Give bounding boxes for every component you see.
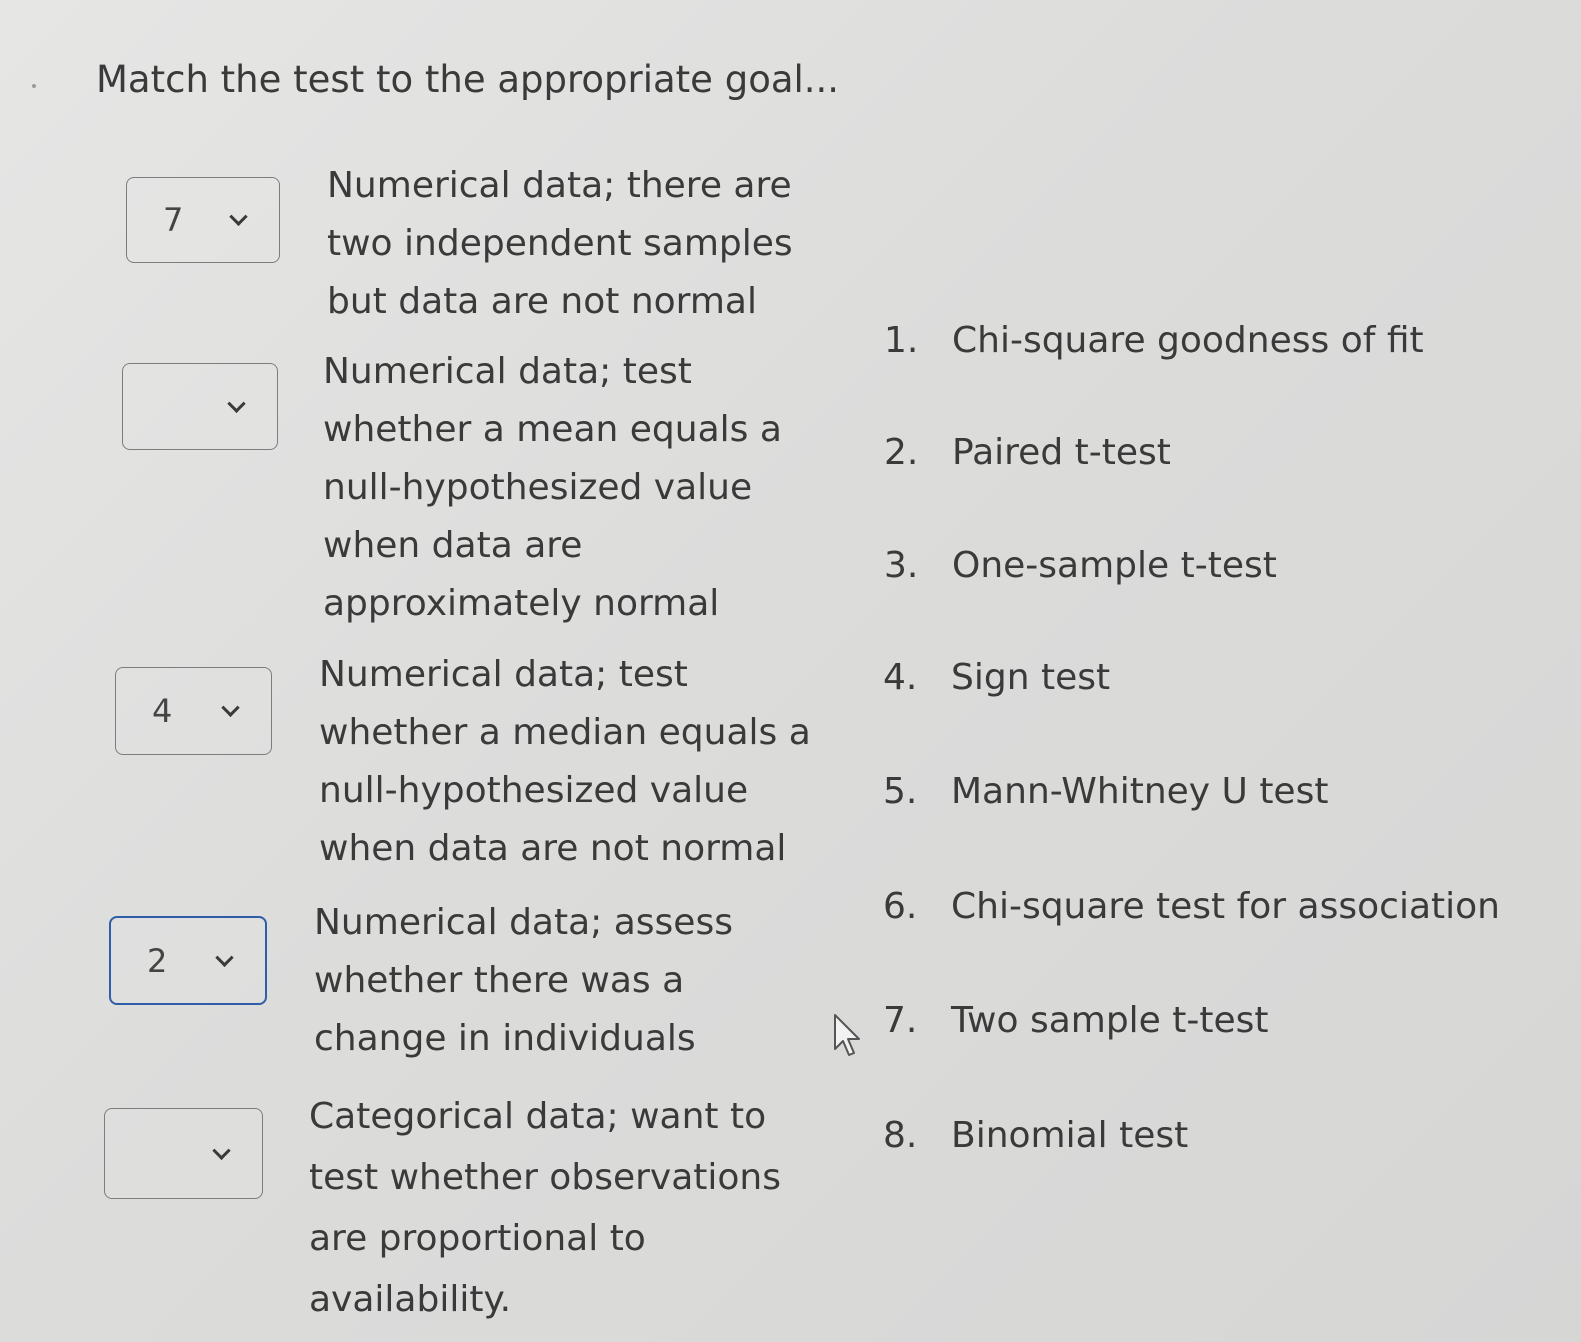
prompt-line: Numerical data; there are xyxy=(327,165,792,206)
prompt-5: Categorical data; want to test whether o… xyxy=(309,1086,781,1330)
prompt-line: whether a mean equals a xyxy=(323,409,782,450)
prompt-line: change in individuals xyxy=(314,1018,696,1059)
prompt-line: test whether observations xyxy=(309,1157,781,1198)
prompt-line: whether a median equals a xyxy=(319,712,811,753)
match-select-4[interactable]: 2 xyxy=(109,916,267,1005)
question-title: Match the test to the appropriate goal..… xyxy=(96,58,840,101)
mouse-pointer-icon xyxy=(834,1014,860,1056)
answer-number: 1. xyxy=(884,320,919,361)
prompt-line: but data are not normal xyxy=(327,281,757,322)
prompt-line: when data are xyxy=(323,525,583,566)
bullet-dot xyxy=(32,84,36,88)
answer-label: Mann-Whitney U test xyxy=(951,771,1329,812)
prompt-line: two independent samples xyxy=(327,223,793,264)
chevron-down-icon xyxy=(227,394,246,413)
prompt-line: Numerical data; assess xyxy=(314,902,733,943)
prompt-line: null-hypothesized value xyxy=(323,467,753,508)
match-select-3[interactable]: 4 xyxy=(115,667,272,755)
chevron-down-icon xyxy=(221,698,240,717)
answer-label: Two sample t-test xyxy=(951,1000,1269,1041)
prompt-line: Numerical data; test xyxy=(319,654,688,695)
prompt-line: whether there was a xyxy=(314,960,685,1001)
answer-number: 6. xyxy=(883,886,918,927)
match-select-2[interactable] xyxy=(122,363,278,450)
prompt-2: Numerical data; test whether a mean equa… xyxy=(323,343,782,633)
prompt-line: null-hypothesized value xyxy=(319,770,749,811)
match-select-3-value: 4 xyxy=(152,692,173,730)
answer-label: One-sample t-test xyxy=(952,545,1277,586)
answer-label: Chi-square test for association xyxy=(951,886,1500,927)
answer-label: Chi-square goodness of fit xyxy=(952,320,1424,361)
answer-label: Sign test xyxy=(951,657,1111,698)
prompt-4: Numerical data; assess whether there was… xyxy=(314,894,733,1068)
match-select-1[interactable]: 7 xyxy=(126,177,280,263)
prompt-line: Numerical data; test xyxy=(323,351,692,392)
answer-number: 4. xyxy=(883,657,918,698)
answer-number: 7. xyxy=(883,1000,918,1041)
chevron-down-icon xyxy=(215,948,234,967)
answer-number: 8. xyxy=(883,1115,918,1156)
prompt-3: Numerical data; test whether a median eq… xyxy=(319,646,811,878)
answer-number: 5. xyxy=(883,771,918,812)
prompt-line: availability. xyxy=(309,1279,512,1320)
chevron-down-icon xyxy=(212,1141,231,1160)
chevron-down-icon xyxy=(229,207,248,226)
answer-label: Paired t-test xyxy=(952,432,1171,473)
prompt-1: Numerical data; there are two independen… xyxy=(327,157,793,331)
prompt-line: are proportional to xyxy=(309,1218,646,1259)
match-select-4-value: 2 xyxy=(147,941,168,980)
match-select-5[interactable] xyxy=(104,1108,263,1199)
answer-label: Binomial test xyxy=(951,1115,1189,1156)
prompt-line: when data are not normal xyxy=(319,828,787,869)
match-select-1-value: 7 xyxy=(163,201,184,239)
prompt-line: approximately normal xyxy=(323,583,720,624)
prompt-line: Categorical data; want to xyxy=(309,1096,767,1137)
answer-number: 2. xyxy=(884,432,919,473)
answer-number: 3. xyxy=(884,545,919,586)
